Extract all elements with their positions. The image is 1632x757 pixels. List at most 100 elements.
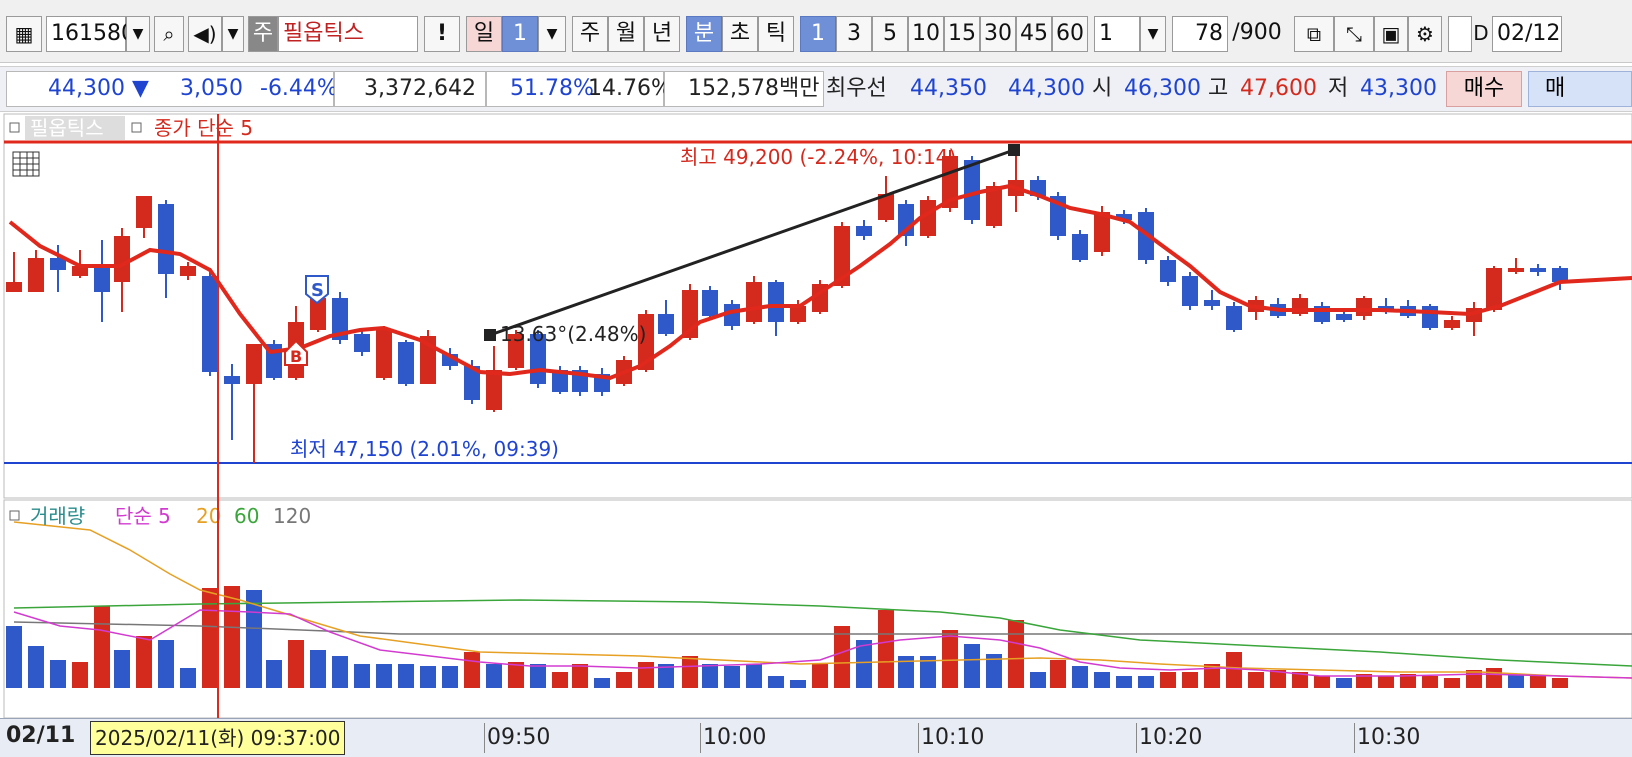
chart-area[interactable]: 필옵틱스 종가 단순 5 최고 49,200 (-2.24%, 10:14) 최…: [0, 112, 1632, 724]
volume-bar: [964, 644, 980, 688]
current-price: 44,300 ▼: [48, 76, 149, 101]
candle-body: [224, 376, 240, 384]
candle-body: [1336, 314, 1352, 320]
axis-tick: 10:00: [700, 723, 766, 753]
volume-bar: [552, 672, 568, 688]
multiplier-input[interactable]: 1: [1094, 16, 1140, 52]
cursor-time-label: 2025/02/11(화) 09:37:00: [90, 721, 346, 755]
candle-body: [856, 226, 872, 236]
volume-bar: [1486, 668, 1502, 688]
interval-60[interactable]: 60: [1052, 16, 1088, 52]
volume-bar: [354, 664, 370, 688]
candle-body: [6, 282, 22, 292]
volume-bar: [746, 664, 762, 688]
period-day-button[interactable]: 일: [466, 16, 502, 52]
candle-body: [1182, 276, 1198, 306]
period-day-count[interactable]: 1: [502, 16, 538, 52]
volume-bar: [834, 626, 850, 688]
alert-button[interactable]: !: [424, 16, 460, 52]
volume-bar: [1182, 672, 1198, 688]
sell-button[interactable]: 매: [1528, 71, 1632, 107]
bar-count-input[interactable]: 78: [1172, 16, 1228, 52]
interval-30[interactable]: 30: [980, 16, 1016, 52]
volume-bar: [1336, 678, 1352, 688]
candle-body: [94, 266, 110, 292]
trend-handle-end[interactable]: [1008, 144, 1020, 156]
date-input[interactable]: 02/12: [1492, 16, 1562, 52]
volume-bar: [942, 630, 958, 688]
candle-body: [790, 306, 806, 322]
volume-bar: [28, 646, 44, 688]
axis-date: 02/11: [6, 723, 76, 748]
chart-menu-icon[interactable]: ▦: [6, 16, 42, 52]
low-label: 저: [1328, 76, 1349, 101]
candle-body: [964, 160, 980, 220]
volume-bar: [1508, 674, 1524, 688]
open-price: 46,300: [1124, 76, 1201, 101]
period-month-button[interactable]: 월: [608, 16, 644, 52]
stock-code-input[interactable]: 161580: [46, 16, 135, 52]
interval-3[interactable]: 3: [836, 16, 872, 52]
interval-15[interactable]: 15: [944, 16, 980, 52]
change-percent: -6.44%: [260, 76, 338, 101]
speaker-dropdown-icon[interactable]: ▼: [222, 16, 244, 52]
candle-body: [180, 266, 196, 276]
volume-bar: [572, 664, 588, 688]
interval-45[interactable]: 45: [1016, 16, 1052, 52]
period-dropdown-icon[interactable]: ▼: [538, 16, 566, 52]
draw-tool-icon[interactable]: ⤡: [1334, 16, 1374, 52]
bar-count-total: /900: [1232, 20, 1282, 45]
best-bid: 44,300: [1008, 76, 1085, 101]
period-second-button[interactable]: 초: [722, 16, 758, 52]
candle-body: [1530, 268, 1546, 272]
period-tick-button[interactable]: 틱: [758, 16, 794, 52]
high-label: 고: [1208, 76, 1229, 101]
volume-bar: [114, 650, 130, 688]
volume-bar: [1072, 666, 1088, 688]
interval-5[interactable]: 5: [872, 16, 908, 52]
stock-name-field[interactable]: 필옵틱스: [278, 16, 418, 52]
trade-volume: 3,372,642: [364, 76, 476, 101]
volume-bar: [682, 656, 698, 688]
volume-bar: [420, 666, 436, 688]
candle-body: [202, 276, 218, 372]
trend-handle-start[interactable]: [484, 329, 496, 341]
gear-icon[interactable]: ⚙: [1408, 16, 1442, 52]
candle-body: [1204, 300, 1220, 306]
period-year-button[interactable]: 년: [644, 16, 680, 52]
interval-10[interactable]: 10: [908, 16, 944, 52]
volume-title: 거래량: [30, 504, 85, 528]
axis-tick: 10:30: [1354, 723, 1420, 753]
axis-tick: 10:20: [1136, 723, 1202, 753]
candle-body: [768, 282, 784, 322]
volume-ma120-legend: 120: [273, 504, 311, 528]
interval-1[interactable]: 1: [800, 16, 836, 52]
volume-bar: [1248, 672, 1264, 688]
high-price: 47,600: [1240, 76, 1317, 101]
date-checkbox[interactable]: [1448, 16, 1472, 52]
speaker-icon[interactable]: ◀): [188, 16, 222, 52]
volume-bar: [136, 636, 152, 688]
ratio-2: 14.76%: [588, 76, 672, 101]
sell-signal-label: S: [311, 280, 324, 301]
candle-body: [28, 258, 44, 292]
date-checkbox-label: D: [1473, 21, 1489, 45]
buy-signal-label: B: [290, 347, 302, 366]
period-week-button[interactable]: 주: [572, 16, 608, 52]
multiplier-dropdown-icon[interactable]: ▼: [1140, 16, 1166, 52]
search-icon[interactable]: ⌕: [154, 16, 184, 52]
stock-name-tag: 필옵틱스: [30, 116, 104, 140]
candle-body: [114, 236, 130, 282]
code-dropdown-icon[interactable]: ▼: [126, 16, 150, 52]
buy-button[interactable]: 매수: [1446, 71, 1522, 107]
candle-body: [1486, 268, 1502, 310]
low-price: 43,300: [1360, 76, 1437, 101]
period-minute-button[interactable]: 분: [686, 16, 722, 52]
volume-bar: [1314, 676, 1330, 688]
candle-type-icon[interactable]: ⧉: [1294, 16, 1334, 52]
save-icon[interactable]: ▣: [1374, 16, 1408, 52]
stock-type-badge: 주: [248, 16, 278, 52]
volume-bar: [1226, 652, 1242, 688]
volume-bar: [310, 650, 326, 688]
volume-bar: [1030, 672, 1046, 688]
